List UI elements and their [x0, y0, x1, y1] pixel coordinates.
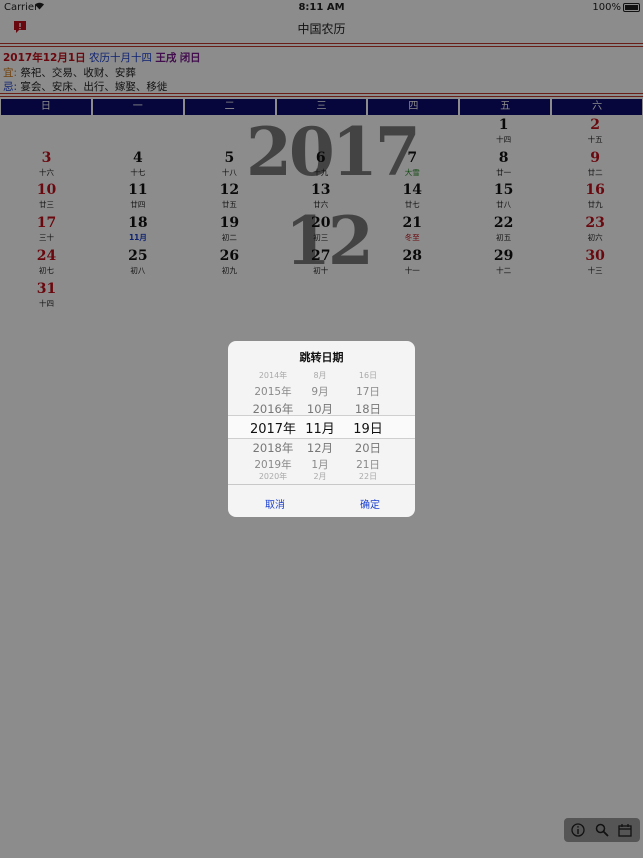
year-wheel[interactable]: 2014年 2015年 2016年 2017年 2018年 2019年 2020年	[243, 370, 303, 484]
day-option[interactable]: 20日	[348, 440, 388, 456]
month-option[interactable]: 1月	[300, 457, 340, 472]
calendar-icon[interactable]	[617, 822, 633, 838]
jump-date-dialog: 跳转日期 2014年 2015年 2016年 2017年 2018年 2019年 2020年…	[228, 341, 415, 517]
confirm-button[interactable]: 确定	[360, 496, 380, 511]
day-option[interactable]: 16日	[348, 370, 388, 381]
month-wheel[interactable]: 8月 9月 10月 11月 12月 1月 2月	[300, 370, 340, 484]
dialog-title: 跳转日期	[299, 351, 344, 364]
search-icon[interactable]	[594, 822, 610, 838]
year-option[interactable]: 2019年	[243, 457, 303, 472]
cancel-button[interactable]: 取消	[265, 496, 285, 511]
day-option[interactable]: 22日	[348, 471, 388, 482]
day-option[interactable]: 17日	[348, 384, 388, 399]
month-option[interactable]: 10月	[300, 401, 340, 417]
year-option[interactable]: 2020年	[243, 471, 303, 482]
month-option[interactable]: 8月	[300, 370, 340, 381]
year-option[interactable]: 2017年	[243, 418, 303, 437]
day-option[interactable]: 21日	[348, 457, 388, 472]
day-option[interactable]: 19日	[348, 418, 388, 437]
info-icon[interactable]	[570, 822, 586, 838]
month-option[interactable]: 11月	[300, 418, 340, 437]
day-option[interactable]: 18日	[348, 401, 388, 417]
day-wheel[interactable]: 16日 17日 18日 19日 20日 21日 22日	[348, 370, 388, 484]
month-option[interactable]: 2月	[300, 471, 340, 482]
year-option[interactable]: 2018年	[243, 440, 303, 456]
year-option[interactable]: 2014年	[243, 370, 303, 381]
month-option[interactable]: 9月	[300, 384, 340, 399]
month-option[interactable]: 12月	[300, 440, 340, 456]
bottom-toolbar	[564, 818, 640, 842]
date-picker[interactable]: 2014年 2015年 2016年 2017年 2018年 2019年 2020年 8月 9月…	[228, 370, 415, 484]
year-option[interactable]: 2015年	[243, 384, 303, 399]
year-option[interactable]: 2016年	[243, 401, 303, 417]
dialog-divider	[228, 484, 415, 485]
